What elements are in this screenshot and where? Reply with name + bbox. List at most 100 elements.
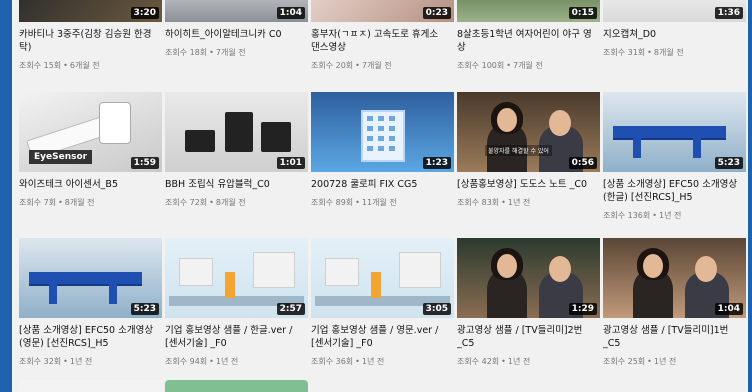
meta-separator: • [355, 61, 360, 70]
face-illustration [549, 110, 571, 136]
video-title[interactable]: 200728 쿨로피 FIX CG5 [311, 178, 454, 191]
plug-illustration [99, 102, 131, 144]
video-thumbnail[interactable]: 1:23 [311, 92, 454, 172]
conveyor-post [693, 132, 701, 158]
video-title[interactable]: [상품 소개영상] EFC50 소개영상(영문) [선진RCS]_H5 [19, 324, 162, 350]
video-card[interactable]: 불양자를 해결할 수 있어 0:56 [상품홍보영상] 도도스 노트 _C0 조회수 … [457, 92, 600, 238]
building-window [367, 116, 373, 121]
duration-badge: 3:20 [130, 7, 159, 19]
video-card[interactable]: 1:36 지오캡쳐_D0 조회수 31회 • 8개월 전 [603, 0, 746, 92]
view-count: 조회수 94회 [165, 357, 208, 366]
video-meta: 조회수 15회 • 6개월 전 [19, 60, 162, 71]
video-thumbnail[interactable]: 5:23 [19, 238, 162, 318]
box-illustration [325, 258, 359, 286]
video-meta: 조회수 72회 • 8개월 전 [165, 197, 308, 208]
duration-badge: 1:36 [714, 7, 743, 19]
video-thumbnail[interactable]: 1:36 [603, 0, 746, 22]
video-thumbnail[interactable]: 1:04 [165, 0, 308, 22]
upload-age: 1년 전 [507, 357, 531, 366]
view-count: 조회수 31회 [603, 48, 646, 57]
video-card[interactable]: EyeSensor 1:59 와이즈테크 아이센서_B5 조회수 7회 • 8개월 전 [19, 92, 162, 238]
video-thumbnail[interactable]: 0:23 [311, 0, 454, 22]
video-card[interactable]: 1:29 광고영상 샘플 / [TV들리미]2번_C5 조회수 42회 • 1년 전 [457, 238, 600, 384]
video-meta: 조회수 36회 • 1년 전 [311, 356, 454, 367]
video-title[interactable]: 카바티나 3중주(김창 김승원 한경탁) [19, 28, 162, 54]
upload-age: 1년 전 [215, 357, 239, 366]
video-title[interactable]: [상품홍보영상] 도도스 노트 _C0 [457, 178, 600, 191]
video-card[interactable]: 1:04 광고영상 샘플 / [TV들리미]1번_C5 조회수 25회 • 1년 전 [603, 238, 746, 384]
upload-age: 1년 전 [658, 211, 682, 220]
video-title[interactable]: 광고영상 샘플 / [TV들리미]2번_C5 [457, 324, 600, 350]
video-meta: 조회수 7회 • 8개월 전 [19, 197, 162, 208]
video-title[interactable]: 와이즈테크 아이센서_B5 [19, 178, 162, 191]
video-thumbnail[interactable]: 1:29 [457, 238, 600, 318]
video-title[interactable]: BBH 조립식 유압블럭_C0 [165, 178, 308, 191]
upload-age: 7개월 전 [215, 48, 246, 57]
duration-badge: 1:59 [130, 157, 159, 169]
video-title[interactable]: 기업 홍보영상 샘플 / 영문.ver / [센서기술] _F0 [311, 324, 454, 350]
duration-badge: 1:01 [276, 157, 305, 169]
building-window [367, 136, 373, 141]
meta-separator: • [647, 357, 652, 366]
building-window [378, 146, 384, 151]
video-thumbnail[interactable]: 3:20 [19, 0, 162, 22]
video-card[interactable]: 0:23 홍부자(ㄱㅍㅈ) 고속도로 휴게소 댄스영상 조회수 20회 • 7개월 전 [311, 0, 454, 92]
building-window [389, 146, 395, 151]
meta-separator: • [209, 357, 214, 366]
box-illustration [399, 252, 441, 288]
thumbnail-logo: EyeSensor [29, 150, 93, 164]
video-thumbnail[interactable]: 1:04 [603, 238, 746, 318]
video-thumbnail[interactable]: 불양자를 해결할 수 있어 0:56 [457, 92, 600, 172]
video-title[interactable]: 광고영상 샘플 / [TV들리미]1번_C5 [603, 324, 746, 350]
video-card[interactable]: 2:57 기업 홍보영상 샘플 / 한글.ver / [센서기술] _F0 조회수 … [165, 238, 308, 384]
video-title[interactable]: 홍부자(ㄱㅍㅈ) 고속도로 휴게소 댄스영상 [311, 28, 454, 54]
duration-badge: 0:56 [568, 157, 597, 169]
video-thumbnail[interactable]: 1:01 [165, 92, 308, 172]
video-thumbnail[interactable]: 0:15 [457, 0, 600, 22]
face-illustration [497, 254, 517, 278]
meta-separator: • [355, 198, 360, 207]
video-meta: 조회수 42회 • 1년 전 [457, 356, 600, 367]
face-illustration [497, 108, 517, 132]
video-card[interactable]: 3:20 카바티나 3중주(김창 김승원 한경탁) 조회수 15회 • 6개월 전 [19, 0, 162, 92]
video-thumbnail[interactable]: 3:05 [311, 238, 454, 318]
meta-separator: • [355, 357, 360, 366]
video-title[interactable]: [상품 소개영상] EFC50 소개영상(한글) [선진RCS]_H5 [603, 178, 746, 204]
upload-age: 11개월 전 [361, 198, 397, 207]
video-thumbnail[interactable]: EyeSensor 1:59 [19, 92, 162, 172]
video-meta: 조회수 32회 • 1년 전 [19, 356, 162, 367]
video-thumbnail[interactable]: 2:57 [165, 238, 308, 318]
video-card[interactable]: 1:04 하이히트_아이알테크니카 C0 조회수 18회 • 7개월 전 [165, 0, 308, 92]
video-card[interactable]: 5:23 [상품 소개영상] EFC50 소개영상(한글) [선진RCS]_H5 조… [603, 92, 746, 238]
block-shape [185, 130, 215, 152]
video-meta: 조회수 83회 • 1년 전 [457, 197, 600, 208]
video-card[interactable]: 0:15 8살초등1학년 여자어린이 야구 영상 조회수 100회 • 7개월 전 [457, 0, 600, 92]
upload-age: 8개월 전 [653, 48, 684, 57]
conveyor-post [633, 132, 641, 158]
video-title[interactable]: 하이히트_아이알테크니카 C0 [165, 28, 308, 41]
upload-age: 6개월 전 [69, 61, 100, 70]
upload-age: 8개월 전 [215, 198, 246, 207]
block-shape [261, 122, 291, 152]
face-illustration [695, 256, 717, 282]
video-card[interactable]: 5:23 [상품 소개영상] EFC50 소개영상(영문) [선진RCS]_H5 조… [19, 238, 162, 384]
view-count: 조회수 136회 [603, 211, 651, 220]
video-title[interactable]: 기업 홍보영상 샘플 / 한글.ver / [센서기술] _F0 [165, 324, 308, 350]
view-count: 조회수 100회 [457, 61, 505, 70]
video-grid-frame: 3:20 카바티나 3중주(김창 김승원 한경탁) 조회수 15회 • 6개월 전 1:0… [12, 0, 748, 392]
duration-badge: 0:23 [422, 7, 451, 19]
conveyor-illustration [29, 272, 142, 284]
video-card[interactable]: 3:05 기업 홍보영상 샘플 / 영문.ver / [센서기술] _F0 조회수 … [311, 238, 454, 384]
video-card[interactable]: 1:01 BBH 조립식 유압블럭_C0 조회수 72회 • 8개월 전 [165, 92, 308, 238]
video-title[interactable]: 8살초등1학년 여자어린이 야구 영상 [457, 28, 600, 54]
next-row-thumb-1[interactable] [19, 380, 162, 392]
video-card[interactable]: 1:23 200728 쿨로피 FIX CG5 조회수 89회 • 11개월 전 [311, 92, 454, 238]
upload-age: 1년 전 [69, 357, 93, 366]
video-title[interactable]: 지오캡쳐_D0 [603, 28, 746, 41]
video-thumbnail[interactable]: 5:23 [603, 92, 746, 172]
building-window [389, 126, 395, 131]
building-window [389, 116, 395, 121]
video-meta: 조회수 18회 • 7개월 전 [165, 47, 308, 58]
next-row-thumb-2[interactable] [165, 380, 308, 392]
upload-age: 1년 전 [361, 357, 385, 366]
